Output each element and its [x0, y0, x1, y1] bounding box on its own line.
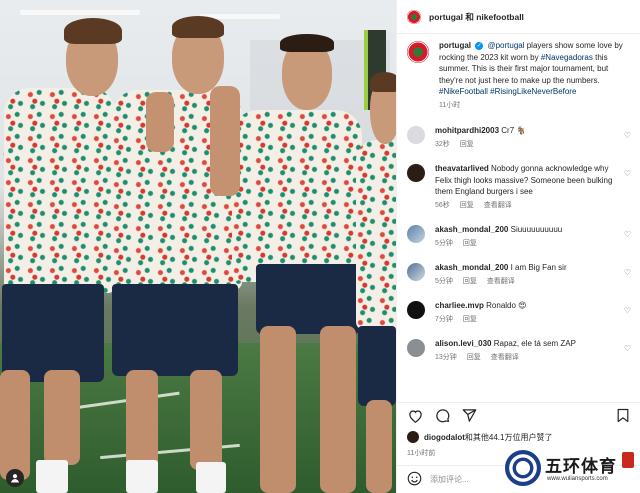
comment-item: mohitpardhi2003 Cr7 🐐 32秒 回复 ♡	[397, 125, 640, 150]
share-paper-plane-icon[interactable]	[461, 408, 477, 424]
comment-time: 32秒	[435, 140, 450, 148]
reply-button[interactable]: 回复	[463, 278, 477, 285]
comment-username[interactable]: charliee.mvp	[435, 301, 484, 310]
hashtag-link[interactable]: #RisingLikeNeverBefore	[490, 87, 576, 96]
comment-text: Cr7 🐐	[501, 126, 527, 135]
see-translation-button[interactable]: 查看翻译	[484, 202, 512, 209]
post-sidebar: portugal 和 nikefootball portugal ✓ @port…	[396, 0, 640, 493]
watermark-url: www.wuliansports.com	[547, 476, 608, 482]
comments-list[interactable]: portugal ✓ @portugal players show some l…	[397, 40, 640, 398]
liker-username[interactable]: diogodalot	[424, 433, 465, 442]
comment-item: theavatarlived Nobody gonna acknowledge …	[397, 163, 640, 211]
liker-avatar[interactable]	[407, 431, 419, 443]
save-bookmark-icon[interactable]	[615, 408, 631, 424]
like-comment-heart-icon[interactable]: ♡	[621, 230, 631, 249]
caption-username[interactable]: portugal	[439, 41, 471, 50]
reply-button[interactable]: 回复	[463, 316, 477, 323]
commenter-avatar[interactable]	[407, 301, 425, 319]
comment-item: charliee.mvp Ronaldo 😍 7分钟 回复 ♡	[397, 300, 640, 325]
reply-button[interactable]: 回复	[460, 202, 474, 209]
post-timestamp: 11小时前	[407, 450, 436, 457]
comment-text: Siuuuuuuuuuu	[510, 225, 563, 234]
post-caption: portugal ✓ @portugal players show some l…	[397, 40, 640, 111]
like-comment-heart-icon[interactable]: ♡	[621, 344, 631, 363]
reply-button[interactable]: 回复	[463, 240, 477, 247]
comment-input[interactable]	[430, 475, 500, 484]
commenter-avatar[interactable]	[407, 263, 425, 281]
hashtag-link[interactable]: #Navegadoras	[541, 53, 593, 62]
comment-time: 56秒	[435, 201, 450, 209]
comment-time: 7分钟	[435, 315, 453, 323]
watermark-text: 五环体育	[545, 457, 617, 477]
ceiling-light	[20, 10, 140, 15]
verified-badge-icon: ✓	[475, 41, 484, 50]
reply-button[interactable]: 回复	[460, 141, 474, 148]
comment-item: akash_mondal_200 Siuuuuuuuuuu 5分钟 回复 ♡	[397, 224, 640, 249]
like-comment-heart-icon[interactable]: ♡	[621, 169, 631, 211]
commenter-avatar[interactable]	[407, 225, 425, 243]
red-seal-icon	[622, 452, 634, 468]
comment-username[interactable]: akash_mondal_200	[435, 263, 508, 272]
emoji-icon[interactable]	[407, 471, 422, 488]
comment-item: akash_mondal_200 I am Big Fan sir 5分钟 回复…	[397, 262, 640, 287]
comment-bubble-icon[interactable]	[434, 408, 450, 424]
commenter-avatar[interactable]	[407, 126, 425, 144]
caption-mention[interactable]: @portugal	[487, 41, 524, 50]
comment-time: 13分钟	[435, 353, 457, 361]
comment-username[interactable]: alison.levi_030	[435, 339, 491, 348]
site-watermark: 五环体育 www.wuliansports.com	[505, 448, 640, 493]
hashtag-link[interactable]: #NikeFootball	[439, 87, 488, 96]
comment-text: Ronaldo 😍	[486, 301, 527, 310]
caption-time: 11小时	[439, 101, 461, 109]
comment-item: alison.levi_030 Rapaz, ele tá sem ZAP 13…	[397, 338, 640, 363]
caption-avatar[interactable]	[407, 41, 429, 63]
author-avatar[interactable]	[407, 9, 421, 24]
see-translation-button[interactable]: 查看翻译	[491, 354, 519, 361]
likes-text[interactable]: 和其他44.1万位用户赞了	[465, 432, 553, 443]
user-tag-icon[interactable]	[6, 469, 24, 487]
like-comment-heart-icon[interactable]: ♡	[621, 131, 631, 150]
comment-username[interactable]: mohitpardhi2003	[435, 126, 499, 135]
like-comment-heart-icon[interactable]: ♡	[621, 306, 631, 325]
comment-time: 5分钟	[435, 277, 453, 285]
like-heart-icon[interactable]	[407, 408, 423, 424]
post-photo[interactable]	[0, 0, 396, 493]
comment-username[interactable]: akash_mondal_200	[435, 225, 508, 234]
post-header: portugal 和 nikefootball	[397, 0, 640, 34]
comment-text: I am Big Fan sir	[510, 263, 567, 272]
commenter-avatar[interactable]	[407, 339, 425, 357]
comment-text: Rapaz, ele tá sem ZAP	[493, 339, 576, 348]
post-author-title[interactable]: portugal 和 nikefootball	[429, 11, 524, 23]
see-translation-button[interactable]: 查看翻译	[487, 278, 515, 285]
likes-summary: diogodalot 和其他44.1万位用户赞了	[407, 431, 633, 443]
commenter-avatar[interactable]	[407, 164, 425, 182]
soccer-ball-logo-icon	[505, 450, 541, 486]
reply-button[interactable]: 回复	[467, 354, 481, 361]
post-actions-bar	[397, 402, 640, 428]
like-comment-heart-icon[interactable]: ♡	[621, 268, 631, 287]
comment-time: 5分钟	[435, 239, 453, 247]
comment-username[interactable]: theavatarlived	[435, 164, 489, 173]
